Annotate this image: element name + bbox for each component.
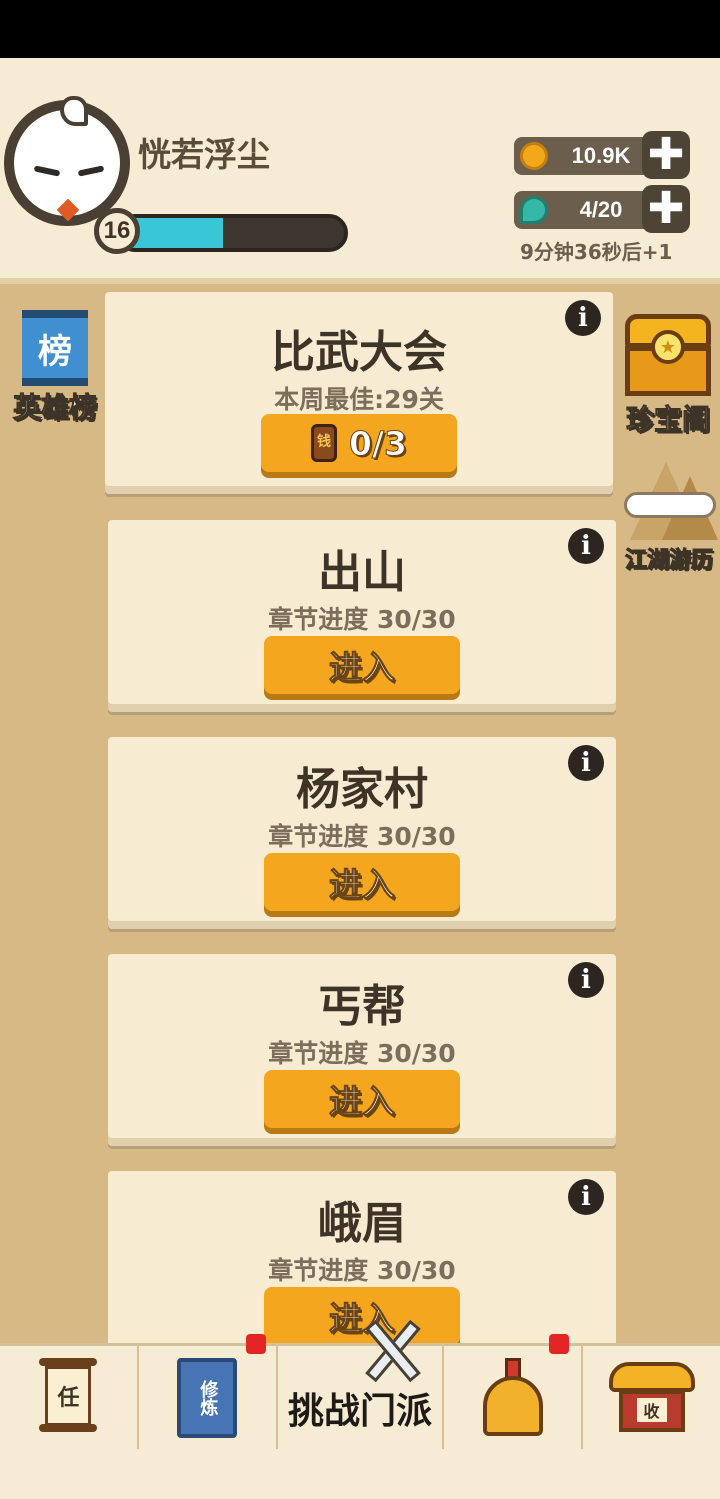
tournament-ticket-count: 0/3 xyxy=(349,423,408,463)
notification-dot xyxy=(245,1334,266,1354)
stage-enter-button[interactable]: 进入 xyxy=(264,636,460,694)
task-scroll-icon: 任 xyxy=(39,1357,98,1438)
nav-tasks[interactable]: 任 xyxy=(0,1346,139,1449)
helmet-icon xyxy=(481,1357,545,1438)
player-level-badge: 16 xyxy=(94,208,140,254)
nav-shop[interactable]: 收 xyxy=(583,1346,720,1449)
stage-title: 杨家村 xyxy=(296,764,428,815)
avatar-eye-left xyxy=(33,165,61,177)
avatar-eye-right xyxy=(77,165,105,177)
shop-house-icon: 收 xyxy=(608,1361,695,1434)
treasure-pavilion-label: 珍宝阁 xyxy=(625,403,710,437)
crossed-swords-icon xyxy=(352,1316,432,1386)
tournament-title: 比武大会 xyxy=(271,327,447,378)
info-icon[interactable]: i xyxy=(568,745,604,781)
stamina-amount: 4/20 xyxy=(579,197,623,222)
stage-title: 出山 xyxy=(318,547,406,598)
info-icon[interactable]: i xyxy=(565,300,601,336)
stamina-drop-icon xyxy=(520,196,548,224)
tournament-best-record: 本周最佳:29关 xyxy=(274,385,444,414)
stamina-counter: 4/20 ✚ xyxy=(514,185,690,233)
stage-title: 峨眉 xyxy=(318,1198,406,1249)
player-name: 恍若浮尘 xyxy=(138,135,270,174)
ticket-icon: 钱 xyxy=(311,424,337,462)
jianghu-travel-button[interactable]: 江湖游历 xyxy=(618,452,720,574)
stage-progress: 章节进度 30/30 xyxy=(268,1256,456,1285)
system-status-bar xyxy=(0,0,720,58)
add-stamina-button[interactable]: ✚ xyxy=(642,185,690,233)
system-navigation-area xyxy=(0,1449,720,1499)
coin-counter: 10.9K ✚ xyxy=(514,131,690,179)
nav-challenge-sect[interactable]: 挑战门派 xyxy=(278,1319,445,1449)
coin-icon xyxy=(520,142,548,170)
mountain-icon xyxy=(622,452,718,542)
bottom-navigation: 任 修炼 挑战门派 收 xyxy=(0,1319,720,1449)
nav-equipment[interactable] xyxy=(444,1334,584,1449)
info-icon[interactable]: i xyxy=(568,1179,604,1215)
notification-dot xyxy=(549,1334,570,1354)
player-avatar[interactable] xyxy=(4,96,130,226)
treasure-chest-icon: ★ xyxy=(621,314,715,398)
avatar-collar xyxy=(56,198,80,222)
nav-challenge-sect-label: 挑战门派 xyxy=(287,1391,432,1432)
info-icon[interactable]: i xyxy=(568,962,604,998)
stage-card: i 丐帮 章节进度 30/30 进入 xyxy=(108,954,616,1138)
xp-progress-bar xyxy=(116,214,348,252)
leaderboard-label: 英雄榜 xyxy=(12,391,97,425)
stage-progress: 章节进度 30/30 xyxy=(268,822,456,851)
leaderboard-scroll-icon: 榜 xyxy=(22,310,88,386)
stage-enter-button[interactable]: 进入 xyxy=(264,1070,460,1128)
info-icon[interactable]: i xyxy=(568,528,604,564)
stage-enter-button[interactable]: 进入 xyxy=(264,853,460,911)
coin-amount: 10.9K xyxy=(571,143,631,168)
add-coins-button[interactable]: ✚ xyxy=(642,131,690,179)
avatar-hair xyxy=(60,96,88,126)
treasure-pavilion-button[interactable]: ★ 珍宝阁 xyxy=(618,314,718,438)
training-book-icon: 修炼 xyxy=(177,1357,238,1438)
stamina-regen-timer: 9分钟36秒后+1 xyxy=(520,240,673,264)
stage-title: 丐帮 xyxy=(318,981,406,1032)
leaderboard-button[interactable]: 榜 英雄榜 xyxy=(6,310,104,426)
stage-progress: 章节进度 30/30 xyxy=(268,1039,456,1068)
tournament-enter-button[interactable]: 钱 0/3 xyxy=(261,414,457,472)
jianghu-travel-label: 江湖游历 xyxy=(624,548,713,574)
stage-card: i 杨家村 章节进度 30/30 进入 xyxy=(108,737,616,921)
stage-card: i 出山 章节进度 30/30 进入 xyxy=(108,520,616,704)
nav-training[interactable]: 修炼 xyxy=(139,1334,278,1449)
tournament-card: i 比武大会 本周最佳:29关 钱 0/3 xyxy=(105,292,613,486)
stage-progress: 章节进度 30/30 xyxy=(268,605,456,634)
